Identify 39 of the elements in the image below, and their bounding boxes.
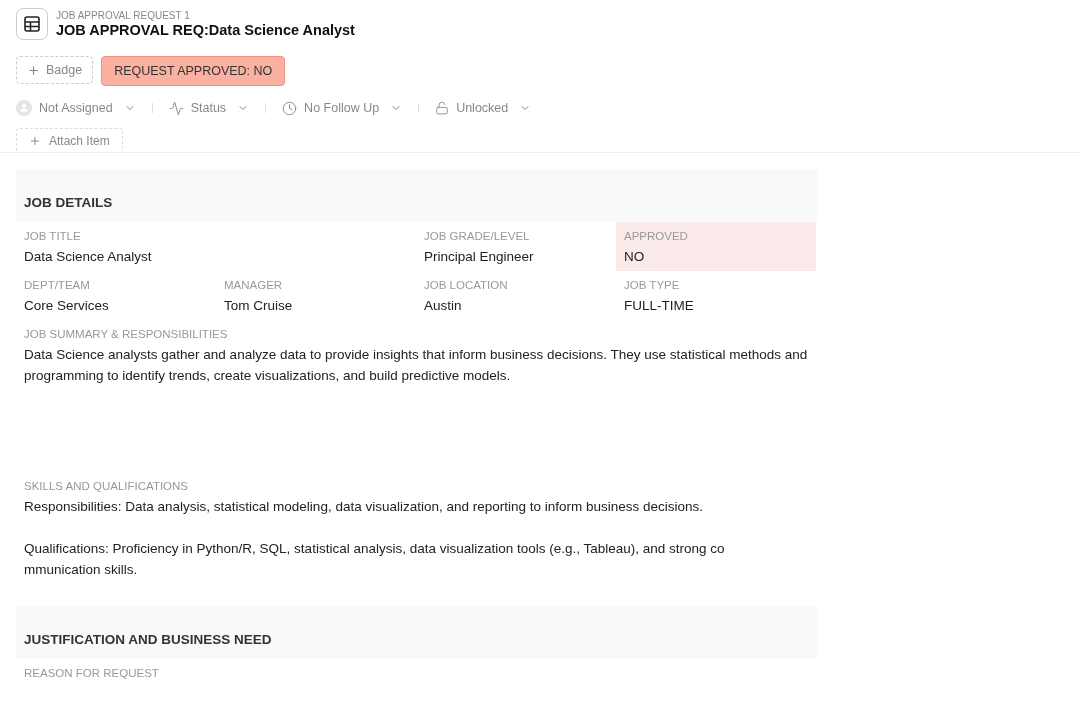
field-label: JOB TITLE bbox=[24, 230, 82, 242]
toolbar-dropdown[interactable]: Status bbox=[168, 100, 250, 116]
field-label: JOB LOCATION bbox=[424, 279, 509, 291]
field-label: APPROVED bbox=[624, 230, 689, 242]
avatar-icon bbox=[16, 100, 32, 116]
clock-icon bbox=[282, 100, 298, 116]
toolbar-dropdown[interactable]: Not Assigned bbox=[16, 100, 136, 116]
activity-icon bbox=[168, 100, 184, 116]
field-label: JOB GRADE/LEVEL bbox=[424, 230, 531, 242]
plus-icon bbox=[27, 63, 40, 77]
record-kicker: JOB APPROVAL REQUEST 1 bbox=[56, 10, 191, 21]
field-paragraph: Responsibilities: Data analysis, statistical modeling, data visualization, and reporting to inform business decisions. bbox=[24, 498, 705, 516]
field-paragraph: mmunication skills. bbox=[24, 561, 139, 579]
section-heading: JOB DETAILS bbox=[16, 169, 817, 222]
table-icon bbox=[16, 8, 48, 40]
field-value: Core Services bbox=[24, 297, 110, 315]
plus-icon bbox=[29, 134, 41, 147]
field-label: JOB SUMMARY & RESPONSIBILITIES bbox=[24, 328, 229, 340]
field-paragraph: Data Science analysts gather and analyze data to provide insights that inform business decisions. They use statistical methods and programming to identify trends, create visualizations, and build predictive models. bbox=[24, 346, 808, 385]
toolbar-dropdown[interactable]: No Follow Up bbox=[282, 100, 403, 116]
field-label: SKILLS AND QUALIFICATIONS bbox=[24, 480, 190, 492]
field-value: Tom Cruise bbox=[224, 297, 294, 315]
field-value: Principal Engineer bbox=[424, 248, 535, 266]
record-title: JOB APPROVAL REQ:Data Science Analyst bbox=[56, 22, 355, 38]
field-label: DEPT/TEAM bbox=[24, 279, 91, 291]
field-label: MANAGER bbox=[224, 279, 284, 291]
add-badge-button[interactable]: Badge bbox=[16, 56, 94, 84]
field-label: JOB TYPE bbox=[624, 279, 681, 291]
field-label: REASON FOR REQUEST bbox=[24, 667, 160, 679]
unlock-icon bbox=[435, 101, 450, 115]
status-badge: REQUEST APPROVED: NO bbox=[101, 56, 286, 86]
field-value: NO bbox=[624, 248, 646, 266]
field-value: Austin bbox=[424, 297, 463, 315]
field-value: Data Science Analyst bbox=[24, 248, 153, 266]
toolbar-dropdown[interactable]: Unlocked bbox=[435, 101, 532, 115]
field-paragraph: Qualifications: Proficiency in Python/R, SQL, statistical analysis, data visualization tools (e.g., Tableau), and strong co bbox=[24, 540, 726, 558]
section-heading: JUSTIFICATION AND BUSINESS NEED bbox=[16, 606, 817, 659]
field-value: FULL-TIME bbox=[624, 297, 695, 315]
attach-item-button[interactable]: Attach Item bbox=[16, 128, 123, 152]
